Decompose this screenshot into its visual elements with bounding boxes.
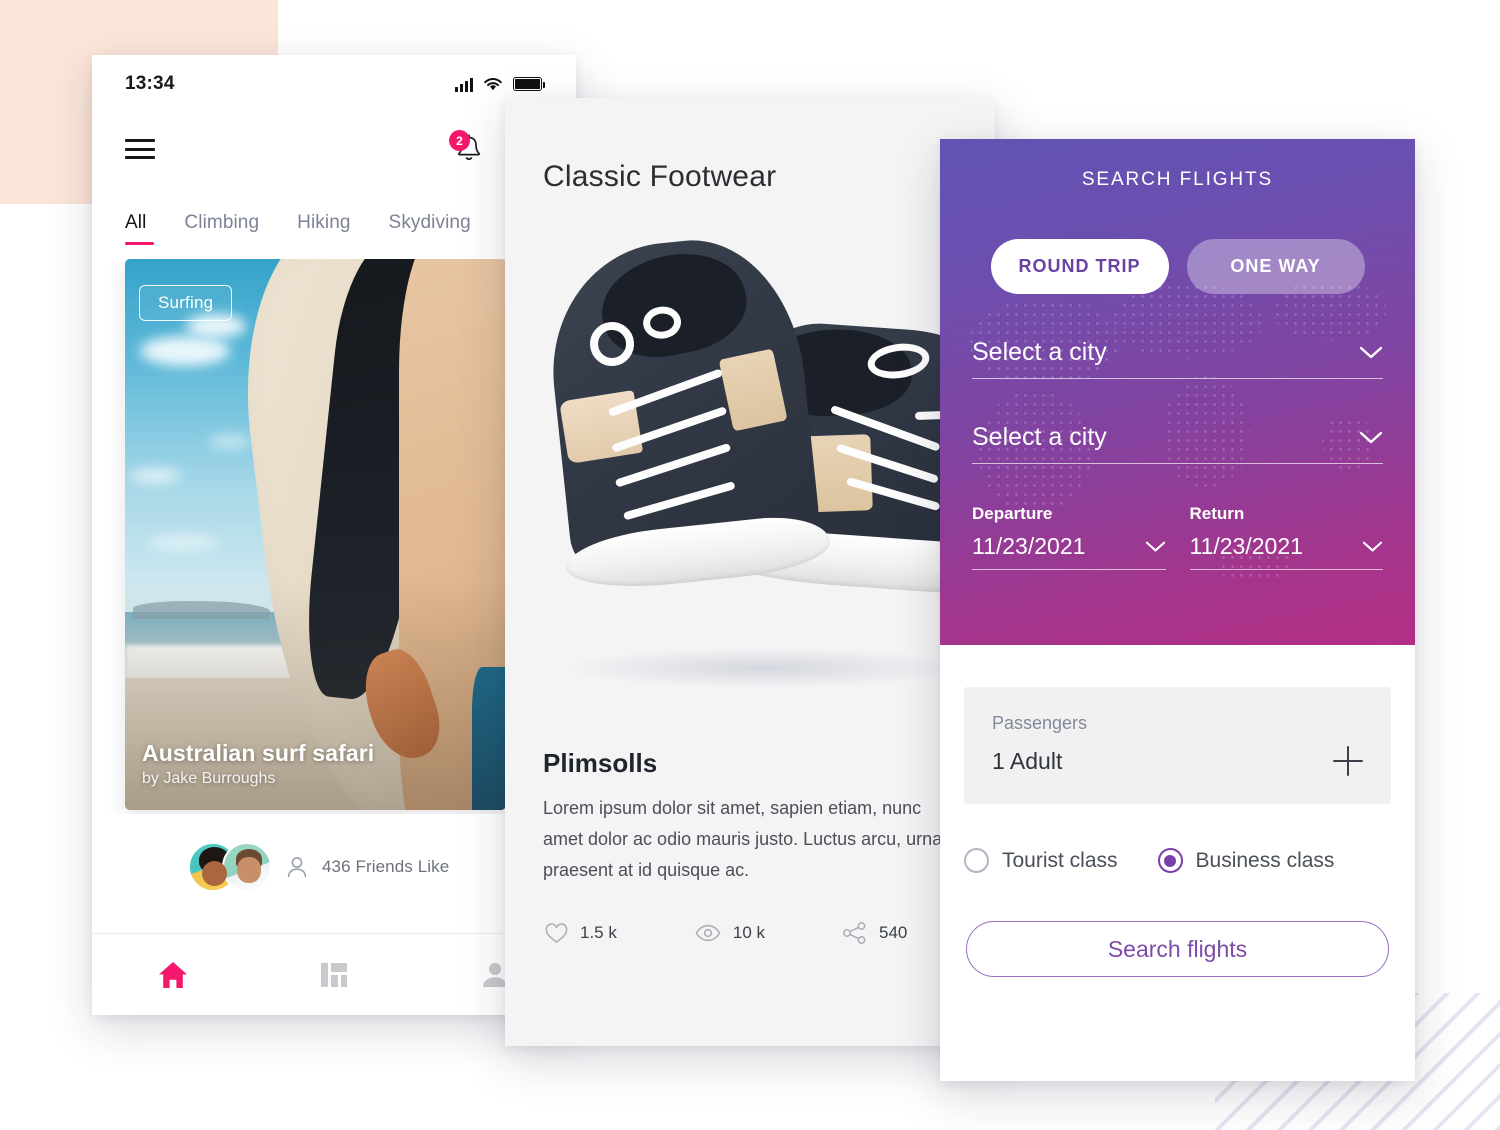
heart-icon [545,922,568,943]
home-icon [158,961,187,988]
friends-like-label: 436 Friends Like [322,857,450,876]
origin-value: Select a city [972,338,1107,366]
stat-shares-value: 540 [879,923,908,942]
product-name: Plimsolls [543,748,658,778]
class-business-label: Business class [1195,848,1335,872]
phone-feed-card: 13:34 2 All Climbing Hiking Skydiving Su… [92,55,576,1015]
tab-climbing[interactable]: Climbing [165,212,278,245]
tab-all[interactable]: All [125,212,165,245]
passengers-row: 1 Adult [992,746,1363,776]
surf-photo [125,259,506,810]
dashboard-grid-icon [320,962,347,987]
notifications-button[interactable]: 2 [449,130,484,165]
eye-icon [695,924,721,942]
friends-like-row: 436 Friends Like [92,814,576,892]
bottom-navigation [92,933,576,1015]
battery-icon [513,77,545,91]
avatar [222,842,272,892]
chevron-down-icon [1359,431,1383,443]
screenshot-stage: 13:34 2 All Climbing Hiking Skydiving Su… [0,0,1500,1130]
chevron-down-icon [1362,541,1383,551]
passengers-box: Passengers 1 Adult [964,687,1391,804]
sneaker-left [540,229,833,595]
plus-icon[interactable] [1333,746,1363,776]
destination-field[interactable]: Select a city [972,379,1383,464]
product-description: Lorem ipsum dolor sit amet, sapien etiam… [543,798,943,880]
product-header: Classic Footwear [543,160,777,193]
flight-search-title: SEARCH FLIGHTS [1081,169,1274,190]
stat-views[interactable]: 10 k [695,923,765,943]
departure-value: 11/23/2021 [972,533,1086,559]
status-bar: 13:34 [92,55,576,113]
feed-item-text: Australian surf safari by Jake Burroughs [142,740,374,788]
status-time: 13:34 [125,73,175,94]
class-options: Tourist class Business class [940,804,1415,873]
feed-item-surf[interactable]: Surfing Australian surf safari by Jake B… [125,259,506,810]
class-option-tourist[interactable]: Tourist class [964,848,1118,873]
flight-search-card: SEARCH FLIGHTS ROUND TRIP ONE WAY Select… [940,139,1415,1081]
radio-tourist[interactable] [964,848,989,873]
trip-type-one-way[interactable]: ONE WAY [1186,239,1365,294]
return-field[interactable]: Return 11/23/2021 [1189,504,1383,570]
product-stats: 1.5 k 10 k 540 [505,886,995,944]
product-photo [505,200,1049,740]
stat-likes[interactable]: 1.5 k [545,922,617,944]
signal-bars-icon [455,77,473,92]
category-tabs: All Climbing Hiking Skydiving Surfing [92,185,576,245]
destination-value: Select a city [972,423,1107,451]
passengers-label: Passengers [992,713,1088,733]
share-icon [843,922,866,944]
trip-type-toggle: ROUND TRIP ONE WAY [940,191,1415,294]
person-outline-icon [287,857,307,878]
feed-item-author: by Jake Burroughs [142,770,276,787]
stat-shares[interactable]: 540 [843,922,907,944]
class-tourist-label: Tourist class [1002,848,1118,872]
return-label: Return [1189,504,1245,523]
notification-badge: 2 [449,130,470,151]
category-chip[interactable]: Surfing [139,285,233,321]
origin-field[interactable]: Select a city [972,294,1383,379]
chevron-down-icon [1359,346,1383,358]
app-bar: 2 [92,113,576,185]
class-option-business[interactable]: Business class [1157,848,1335,873]
departure-label: Departure [972,504,1053,523]
passengers-value: 1 Adult [992,747,1063,774]
tab-hiking[interactable]: Hiking [278,212,369,245]
tab-skydiving[interactable]: Skydiving [370,212,490,245]
feed-carousel: Surfing Australian surf safari by Jake B… [92,259,576,814]
nav-home[interactable] [92,960,253,990]
search-flights-button[interactable]: Search flights [966,921,1389,977]
avatar-group [188,842,272,892]
status-icons [455,77,545,92]
departure-field[interactable]: Departure 11/23/2021 [972,504,1166,570]
wifi-icon [484,77,502,90]
feed-item-title: Australian surf safari [142,740,375,766]
flight-hero: SEARCH FLIGHTS ROUND TRIP ONE WAY Select… [940,139,1415,645]
chevron-down-icon [1145,541,1165,551]
return-value: 11/23/2021 [1189,533,1303,559]
date-fields: Departure 11/23/2021 Return 11/23/2021 [972,464,1383,570]
hamburger-menu-icon[interactable] [125,139,155,159]
radio-business[interactable] [1157,848,1183,873]
stat-likes-value: 1.5 k [580,923,617,942]
nav-dashboard[interactable] [253,962,414,988]
trip-type-round-trip[interactable]: ROUND TRIP [990,239,1169,294]
product-card: Classic Footwear Plimsolls Lorem ipsum d… [505,98,1049,1046]
stat-views-value: 10 k [732,923,765,942]
